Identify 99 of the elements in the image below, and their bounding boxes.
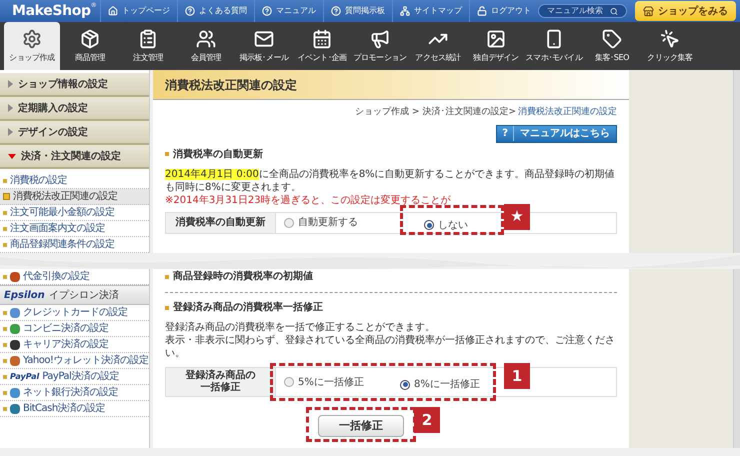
bullet-icon xyxy=(3,310,7,314)
megaphone-icon xyxy=(370,28,390,48)
search-field[interactable]: マニュアル検索 xyxy=(538,4,627,18)
tag-icon xyxy=(602,28,622,48)
bullet-icon xyxy=(165,152,169,156)
radio-option[interactable]: 8%に一括修正 xyxy=(400,377,480,392)
bullet-icon xyxy=(3,358,7,362)
sitemap-icon xyxy=(400,6,410,16)
nav-tab[interactable]: クリック集客 xyxy=(642,22,698,70)
shop-icon xyxy=(643,6,654,16)
annotation-badge: ★ xyxy=(504,204,530,230)
sidebar-item[interactable]: BitCash決済の設定 xyxy=(0,401,149,417)
manual-button[interactable]: ? マニュアルはこちら xyxy=(496,124,617,142)
bulk-fix-button[interactable]: 一括修正 xyxy=(318,415,404,438)
bag-icon xyxy=(10,272,20,282)
radio-button[interactable] xyxy=(400,380,410,390)
bullet-icon xyxy=(3,406,7,410)
sidebar-item[interactable]: 商品登録関連条件の設定 xyxy=(0,237,149,253)
radio-button[interactable] xyxy=(424,220,434,230)
page-title: 消費税法改正関連の設定 xyxy=(165,76,297,94)
home-icon xyxy=(108,6,118,16)
sidebar-item[interactable]: 注文画面案内文の設定 xyxy=(0,221,149,237)
description-text: 登録済み商品の消費税率を一括で修正することができます。 xyxy=(165,321,436,334)
radio-button[interactable] xyxy=(284,218,294,228)
view-shop-button[interactable]: ショップをみる xyxy=(635,1,736,21)
bullet-icon xyxy=(3,274,7,278)
people-icon xyxy=(196,28,216,48)
sidebar-item[interactable]: 注文可能最小金額の設定 xyxy=(0,205,149,221)
bullet-icon xyxy=(3,242,7,246)
radio-button[interactable] xyxy=(284,377,294,387)
radio-option[interactable]: しない xyxy=(424,218,468,232)
section-heading: 商品登録時の消費税率の初期値 xyxy=(173,269,313,284)
nav-tab[interactable]: 会員管理 xyxy=(178,22,234,70)
sidebar-section-header[interactable]: ショップ情報の設定 xyxy=(0,73,149,97)
section-heading: 登録済み商品の消費税率一括修正 xyxy=(173,300,323,315)
padlock-icon xyxy=(477,6,487,16)
nav-tab[interactable]: 掲示板･メール xyxy=(236,22,292,70)
help-icon xyxy=(185,6,195,16)
bullet-icon xyxy=(3,326,7,330)
radio-option[interactable]: 5%に一括修正 xyxy=(284,374,364,390)
scrollbar[interactable] xyxy=(733,269,740,448)
bullet-icon xyxy=(165,306,169,310)
nav-tab[interactable]: 独自デザイン xyxy=(468,22,524,70)
radio-option[interactable]: 自動更新する xyxy=(284,215,358,230)
bullet-icon xyxy=(3,374,7,378)
nav-tab[interactable]: 集客･SEO xyxy=(584,22,640,70)
sidebar-item[interactable]: 消費税法改正関連の設定 xyxy=(0,189,149,205)
bullet-icon xyxy=(3,210,7,214)
right-triangle-icon xyxy=(8,80,13,88)
box-icon xyxy=(80,28,100,48)
bullet-icon xyxy=(165,274,169,278)
bullet-icon xyxy=(3,193,10,200)
nav-tab[interactable]: イベント･企画 xyxy=(294,22,350,70)
sidebar-item[interactable]: コンビニ決済の設定 xyxy=(0,321,149,337)
section-heading: 消費税率の自動更新 xyxy=(173,147,263,162)
nav-tab[interactable]: スマホ･モバイル xyxy=(526,22,582,70)
right-triangle-icon xyxy=(8,128,13,136)
clipboard-icon xyxy=(138,28,158,48)
search-icon xyxy=(610,6,618,16)
nav-tab[interactable]: 商品管理 xyxy=(62,22,118,70)
nav-tab[interactable]: ショップ作成 xyxy=(4,22,60,70)
breadcrumb-current[interactable]: 消費税法改正関連の設定 xyxy=(518,106,617,120)
sidebar-item[interactable]: ネット銀行決済の設定 xyxy=(0,385,149,401)
nav-tab[interactable]: アクセス統計 xyxy=(410,22,466,70)
epsilon-logo: Epsilon xyxy=(4,288,45,302)
group-title: イプシロン決済 xyxy=(48,288,119,302)
annotation-badge: 1 xyxy=(504,363,530,389)
nav-tab[interactable]: 注文管理 xyxy=(120,22,176,70)
breadcrumb[interactable]: ショップ作成 > 決済･注文関連の設定> xyxy=(355,106,516,120)
sidebar-item[interactable]: PayPal PayPal決済の設定 xyxy=(0,369,149,385)
sidebar-item[interactable]: クレジットカードの設定 xyxy=(0,305,149,321)
gear-icon xyxy=(22,28,42,48)
bullet-icon xyxy=(3,342,7,346)
sidebar-section-header[interactable]: 定期購入の設定 xyxy=(0,97,149,121)
sidebar-item[interactable]: Yahoo!ウォレット決済の設定 xyxy=(0,353,149,369)
form-label: 登録済み商品の一括修正 xyxy=(166,368,276,396)
help-icon xyxy=(331,6,341,16)
annotation-badge: 2 xyxy=(414,407,440,433)
description-text: 表示・非表示に関わらず、登録されている全商品の消費税率が一括修正されますので、ご注意ください。 xyxy=(165,334,616,360)
bullet-icon xyxy=(3,390,7,394)
bullet-icon xyxy=(3,178,7,182)
help-icon xyxy=(262,6,272,16)
nav-tab[interactable]: プロモーション xyxy=(352,22,408,70)
bullet-icon xyxy=(3,226,7,230)
envelope-icon xyxy=(254,28,274,48)
sidebar-item[interactable]: キャリア決済の設定 xyxy=(0,337,149,353)
paypal-logo: PayPal xyxy=(10,370,40,382)
picture-icon xyxy=(486,28,506,48)
warning-text: ※2014年3月31日23時を過ぎると、この設定は変更することが xyxy=(165,194,452,206)
right-triangle-icon xyxy=(8,104,13,112)
description-text: 2014年4月1日 0:00に全商品の消費税率を8%に自動更新することができます。商品登録時の初期値も同時に8%に変更されます。 xyxy=(165,168,616,194)
down-triangle-icon xyxy=(8,154,16,158)
sidebar-section-header[interactable]: デザインの設定 xyxy=(0,121,149,145)
form-label: 消費税率の自動更新 xyxy=(166,212,276,232)
logo[interactable]: MakeShop xyxy=(12,0,91,22)
sidebar-section-header[interactable]: 決済・注文関連の設定 xyxy=(0,145,149,169)
scrollbar[interactable] xyxy=(733,70,740,253)
cursor-icon xyxy=(660,28,680,48)
calendar-icon xyxy=(312,28,332,48)
